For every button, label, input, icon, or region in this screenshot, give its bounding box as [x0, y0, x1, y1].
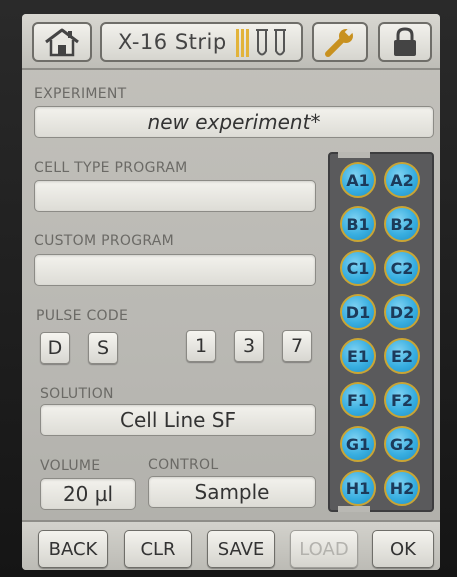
- solution-field[interactable]: Cell Line SF: [40, 404, 316, 436]
- pulse-code-7-button[interactable]: 7: [282, 330, 312, 362]
- save-button[interactable]: SAVE: [207, 530, 275, 568]
- plate-notch-bottom: [338, 506, 370, 512]
- well-c1[interactable]: C1: [340, 250, 376, 286]
- pulse-code-s-button[interactable]: S: [88, 332, 118, 364]
- device-bezel: X-16 Strip EXPERIMENT new experiment* CE…: [0, 0, 457, 577]
- clear-button[interactable]: CLR: [124, 530, 192, 568]
- experiment-name-field[interactable]: new experiment*: [34, 106, 434, 138]
- strip-icon: [234, 27, 298, 63]
- load-button[interactable]: LOAD: [290, 530, 358, 568]
- control-label: CONTROL: [148, 457, 219, 473]
- well-e2[interactable]: E2: [384, 338, 420, 374]
- settings-button[interactable]: [312, 22, 368, 62]
- volume-field[interactable]: 20 µl: [40, 478, 136, 510]
- lock-button[interactable]: [378, 22, 432, 62]
- home-icon: [42, 27, 82, 57]
- well-d2[interactable]: D2: [384, 294, 420, 330]
- strip-type-label: X-16 Strip: [118, 30, 227, 54]
- cell-type-program-label: CELL TYPE PROGRAM: [34, 160, 188, 176]
- custom-program-field[interactable]: [34, 254, 316, 286]
- lock-icon: [390, 26, 420, 58]
- wrench-icon: [322, 27, 358, 57]
- well-a2[interactable]: A2: [384, 162, 420, 198]
- back-button[interactable]: BACK: [38, 530, 108, 568]
- volume-label: VOLUME: [40, 458, 101, 474]
- solution-label: SOLUTION: [40, 386, 114, 402]
- well-g1[interactable]: G1: [340, 426, 376, 462]
- well-f1[interactable]: F1: [340, 382, 376, 418]
- ok-button[interactable]: OK: [372, 530, 434, 568]
- cell-type-program-value: [35, 181, 315, 211]
- well-b2[interactable]: B2: [384, 206, 420, 242]
- control-field[interactable]: Sample: [148, 476, 316, 508]
- control-value: Sample: [194, 480, 270, 504]
- pulse-code-3-button[interactable]: 3: [234, 330, 264, 362]
- custom-program-value: [35, 255, 315, 285]
- well-h2[interactable]: H2: [384, 470, 420, 506]
- strip-type-button[interactable]: X-16 Strip: [100, 22, 303, 62]
- experiment-label: EXPERIMENT: [34, 86, 127, 102]
- cell-type-program-field[interactable]: [34, 180, 316, 212]
- pulse-code-1-button[interactable]: 1: [186, 330, 216, 362]
- volume-value: 20 µl: [62, 482, 114, 506]
- bottom-toolbar: BACK CLR SAVE LOAD OK: [22, 520, 440, 570]
- well-strip-plate: A1 A2 B1 B2 C1 C2 D1 D2 E1 E2 F1 F2 G1 G…: [328, 152, 434, 512]
- well-f2[interactable]: F2: [384, 382, 420, 418]
- well-b1[interactable]: B1: [340, 206, 376, 242]
- plate-notch-top: [338, 152, 370, 158]
- touch-screen: X-16 Strip EXPERIMENT new experiment* CE…: [22, 14, 440, 570]
- well-d1[interactable]: D1: [340, 294, 376, 330]
- top-toolbar: X-16 Strip: [22, 14, 440, 70]
- well-e1[interactable]: E1: [340, 338, 376, 374]
- well-a1[interactable]: A1: [340, 162, 376, 198]
- solution-value: Cell Line SF: [120, 408, 236, 432]
- pulse-code-label: PULSE CODE: [36, 308, 129, 324]
- well-g2[interactable]: G2: [384, 426, 420, 462]
- home-button[interactable]: [32, 22, 92, 62]
- experiment-name-value: new experiment*: [147, 110, 321, 134]
- well-c2[interactable]: C2: [384, 250, 420, 286]
- pulse-code-d-button[interactable]: D: [40, 332, 70, 364]
- custom-program-label: CUSTOM PROGRAM: [34, 233, 175, 249]
- well-h1[interactable]: H1: [340, 470, 376, 506]
